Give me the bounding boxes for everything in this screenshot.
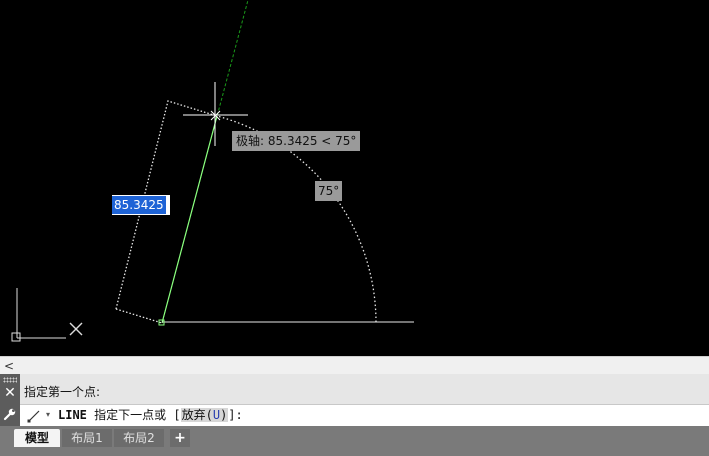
command-history-line: 指定第一个点: xyxy=(24,385,101,399)
polar-tooltip: 极轴: 85.3425 < 75° xyxy=(232,131,361,151)
command-prompt-text: 指定下一点或 [ xyxy=(86,408,181,422)
drawing-svg xyxy=(11,0,414,342)
undo-option-key: U xyxy=(212,408,221,422)
length-input-value: 85.3425 xyxy=(112,196,166,214)
angle-dimension-label: 75° xyxy=(315,181,343,201)
wrench-icon[interactable] xyxy=(3,407,17,421)
tab-model[interactable]: 模型 xyxy=(14,429,60,447)
command-line-sidebar: ✕ xyxy=(0,374,20,426)
add-layout-button[interactable]: + xyxy=(170,429,190,447)
grip-handle[interactable] xyxy=(3,377,17,383)
ucs-icon xyxy=(11,288,83,342)
undo-option-label: 放弃( xyxy=(181,408,213,422)
length-dynamic-input[interactable]: 85.3425 xyxy=(112,195,170,215)
undo-option[interactable]: 放弃(U) xyxy=(180,408,229,422)
chevron-down-icon[interactable]: ▾ xyxy=(46,410,50,419)
close-icon[interactable]: ✕ xyxy=(3,386,17,400)
dimension-extension xyxy=(115,308,163,324)
command-input[interactable]: ▾ LINE 指定下一点或 [放弃(U)]: xyxy=(20,404,709,428)
layout-tab-bar: 模型 布局1 布局2 + xyxy=(0,426,709,456)
command-prompt-suffix: ]: xyxy=(228,408,243,422)
line-command-icon[interactable] xyxy=(26,408,42,424)
tab-layout1[interactable]: 布局1 xyxy=(62,429,112,447)
tab-layout2[interactable]: 布局2 xyxy=(114,429,164,447)
scroll-left-arrow[interactable]: < xyxy=(2,357,16,375)
horizontal-scrollbar[interactable]: < xyxy=(0,356,709,375)
drawing-canvas[interactable]: 极轴: 85.3425 < 75° 75° 85.3425 xyxy=(0,0,709,356)
command-line-panel: ✕ 指定第一个点: ▾ LINE 指定下一点或 [放弃(U)]: xyxy=(0,374,709,428)
command-keyword: LINE xyxy=(58,408,87,422)
rubber-band-line xyxy=(161,115,218,324)
undo-option-close: ) xyxy=(220,408,228,422)
command-prompt: LINE 指定下一点或 [放弃(U)]: xyxy=(58,407,243,424)
